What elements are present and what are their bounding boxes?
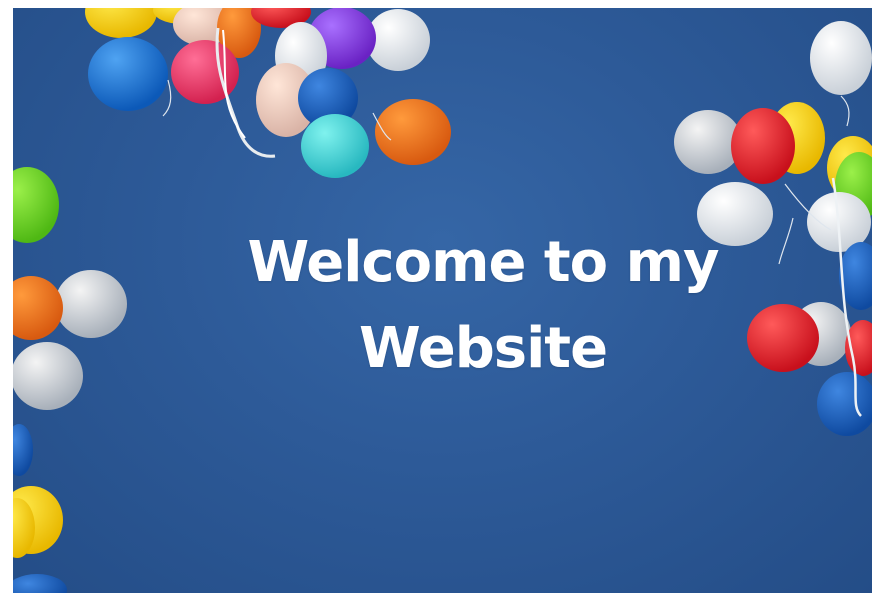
hero-banner: Welcome to my Website bbox=[13, 8, 872, 593]
balloon-cluster-top bbox=[85, 8, 451, 178]
balloon-cluster-left bbox=[13, 167, 127, 593]
title-line-1: Welcome to my bbox=[247, 230, 719, 295]
title-line-2: Website bbox=[358, 316, 608, 381]
page-title: Welcome to my Website bbox=[163, 220, 803, 392]
